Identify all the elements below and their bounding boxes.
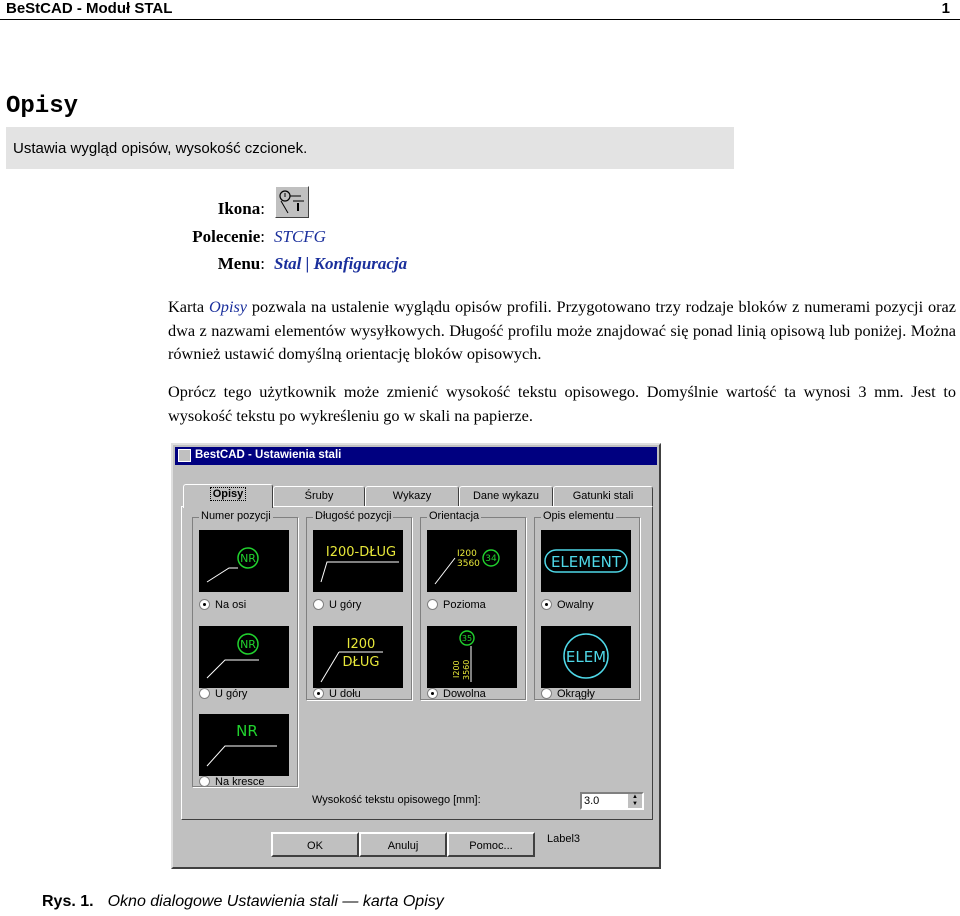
radio-u-dolu[interactable]: U dołu <box>313 688 361 700</box>
svg-text:I200: I200 <box>452 660 461 678</box>
group-numer-pozycji: Numer pozycji NR Na osi NR U góry NR Na … <box>192 510 298 788</box>
height-spinner[interactable]: 3.0 ▲ ▼ <box>580 792 644 810</box>
preview-na-kresce: NR <box>199 714 289 776</box>
preview-dlugosc-u-dolu: I200 DŁUG <box>313 626 403 688</box>
svg-text:I200: I200 <box>457 549 477 559</box>
tab-gatunki-stali[interactable]: Gatunki stali <box>553 486 653 506</box>
preview-dowolna: 35 I200 3560 <box>427 626 517 688</box>
figure-number: Rys. 1. <box>42 893 94 910</box>
height-label: Wysokość tekstu opisowego [mm]: <box>312 794 481 806</box>
radio-dowolna[interactable]: Dowolna <box>427 688 486 700</box>
svg-text:NR: NR <box>240 638 256 651</box>
section-summary: Ustawia wygląd opisów, wysokość czcionek… <box>6 127 734 169</box>
paragraph-2: Oprócz tego użytkownik może zmienić wyso… <box>168 382 956 425</box>
preview-na-osi: NR <box>199 530 289 592</box>
page-header: BeStCAD - Moduł STAL 1 <box>0 0 960 20</box>
figure-caption: Rys. 1. Okno dialogowe Ustawienia stali —… <box>42 893 444 911</box>
header-title: BeStCAD - Moduł STAL <box>6 0 173 17</box>
tab-wykazy[interactable]: Wykazy <box>365 486 459 506</box>
preview-okragly: ELEM <box>541 626 631 688</box>
preview-owalny: ELEMENT <box>541 530 631 592</box>
label3: Label3 <box>547 833 581 845</box>
app-icon <box>178 449 191 462</box>
preview-pozioma: I200 3560 34 <box>427 530 517 592</box>
radio-na-kresce[interactable]: Na kresce <box>199 776 265 788</box>
ok-button[interactable]: OK <box>271 832 359 857</box>
polecenie-value: STCFG <box>274 227 326 246</box>
svg-text:35: 35 <box>462 634 472 643</box>
radio-pozioma[interactable]: Pozioma <box>427 599 486 611</box>
group-opis-elementu: Opis elementu ELEMENT Owalny ELEM Okrągł… <box>534 510 640 700</box>
dialog-titlebar: BestCAD - Ustawienia stali <box>175 447 657 465</box>
settings-dialog: BestCAD - Ustawienia stali Opisy Śruby W… <box>171 443 661 869</box>
svg-text:34: 34 <box>485 554 497 564</box>
help-button[interactable]: Pomoc... <box>447 832 535 857</box>
group-dlugosc-pozycji: Długość pozycji I200-DŁUG U góry I200 DŁ… <box>306 510 412 700</box>
svg-text:DŁUG: DŁUG <box>343 655 380 670</box>
spinner-arrows-icon[interactable]: ▲ ▼ <box>628 794 642 808</box>
menu-value: Stal | Konfiguracja <box>274 254 408 273</box>
tab-dane-wykazu[interactable]: Dane wykazu <box>459 486 553 506</box>
group-orientacja: Orientacja I200 3560 34 Pozioma 35 I200 … <box>420 510 526 700</box>
section-title: Opisy <box>6 93 79 120</box>
preview-u-gory: NR <box>199 626 289 688</box>
cancel-button[interactable]: Anuluj <box>359 832 447 857</box>
svg-text:3560: 3560 <box>457 559 480 569</box>
radio-owalny[interactable]: Owalny <box>541 599 594 611</box>
tab-opisy[interactable]: Opisy <box>183 484 273 508</box>
svg-text:I200-DŁUG: I200-DŁUG <box>326 545 396 560</box>
svg-text:ELEMENT: ELEMENT <box>551 553 622 571</box>
tab-sruby[interactable]: Śruby <box>273 486 365 506</box>
svg-text:ELEM: ELEM <box>566 648 606 666</box>
radio-u-gory-nr[interactable]: U góry <box>199 688 247 700</box>
opisy-term: Opisy <box>209 297 248 316</box>
svg-text:I200: I200 <box>347 637 376 652</box>
page-number: 1 <box>941 0 950 17</box>
preview-dlugosc-u-gory: I200-DŁUG <box>313 530 403 592</box>
svg-text:3560: 3560 <box>462 660 471 680</box>
svg-text:NR: NR <box>236 722 258 740</box>
radio-na-osi[interactable]: Na osi <box>199 599 246 611</box>
ikona-label: Ikona <box>217 199 261 218</box>
stcfg-icon <box>275 186 309 218</box>
radio-u-gory-dlugosc[interactable]: U góry <box>313 599 361 611</box>
figure-text: Okno dialogowe Ustawienia stali — karta … <box>107 893 444 910</box>
opisy-panel: Numer pozycji NR Na osi NR U góry NR Na … <box>181 506 653 820</box>
svg-text:NR: NR <box>240 552 256 565</box>
paragraph-1: Karta Opisy pozwala na ustalenie wyglądu… <box>168 297 956 363</box>
radio-okragly[interactable]: Okrągły <box>541 688 595 700</box>
